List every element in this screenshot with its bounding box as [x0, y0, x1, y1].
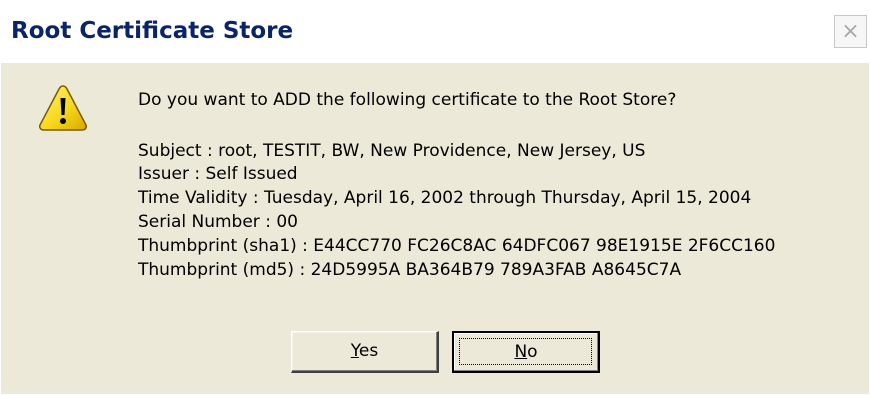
yes-button[interactable]: Yes — [291, 331, 439, 373]
yes-button-label: Yes — [351, 341, 378, 361]
warning-icon — [39, 85, 87, 131]
root-certificate-dialog: Root Certificate Store × Do you want to … — [0, 0, 870, 395]
thumbprint-md5-text: Thumbprint (md5) : 24D5995A BA364B79 789… — [138, 260, 682, 280]
time-validity-text: Time Validity : Tuesday, April 16, 2002 … — [138, 188, 752, 208]
close-icon: × — [841, 19, 860, 44]
issuer-text: Issuer : Self Issued — [138, 164, 298, 184]
no-mnemonic: N — [514, 342, 528, 362]
dialog-body: Do you want to ADD the following certifi… — [1, 63, 869, 394]
yes-label-rest: es — [358, 341, 379, 361]
no-label-rest: o — [527, 342, 538, 362]
no-button-label: No — [514, 342, 537, 362]
title-bar: Root Certificate Store × — [1, 1, 869, 63]
dialog-title: Root Certificate Store — [11, 18, 294, 44]
serial-number-text: Serial Number : 00 — [138, 212, 298, 232]
question-text: Do you want to ADD the following certifi… — [138, 90, 677, 110]
close-button[interactable]: × — [834, 15, 867, 48]
subject-text: Subject : root, TESTIT, BW, New Providen… — [138, 141, 646, 161]
yes-mnemonic: Y — [350, 341, 359, 361]
thumbprint-sha1-text: Thumbprint (sha1) : E44CC770 FC26C8AC 64… — [138, 236, 776, 256]
no-button[interactable]: No — [452, 331, 600, 373]
